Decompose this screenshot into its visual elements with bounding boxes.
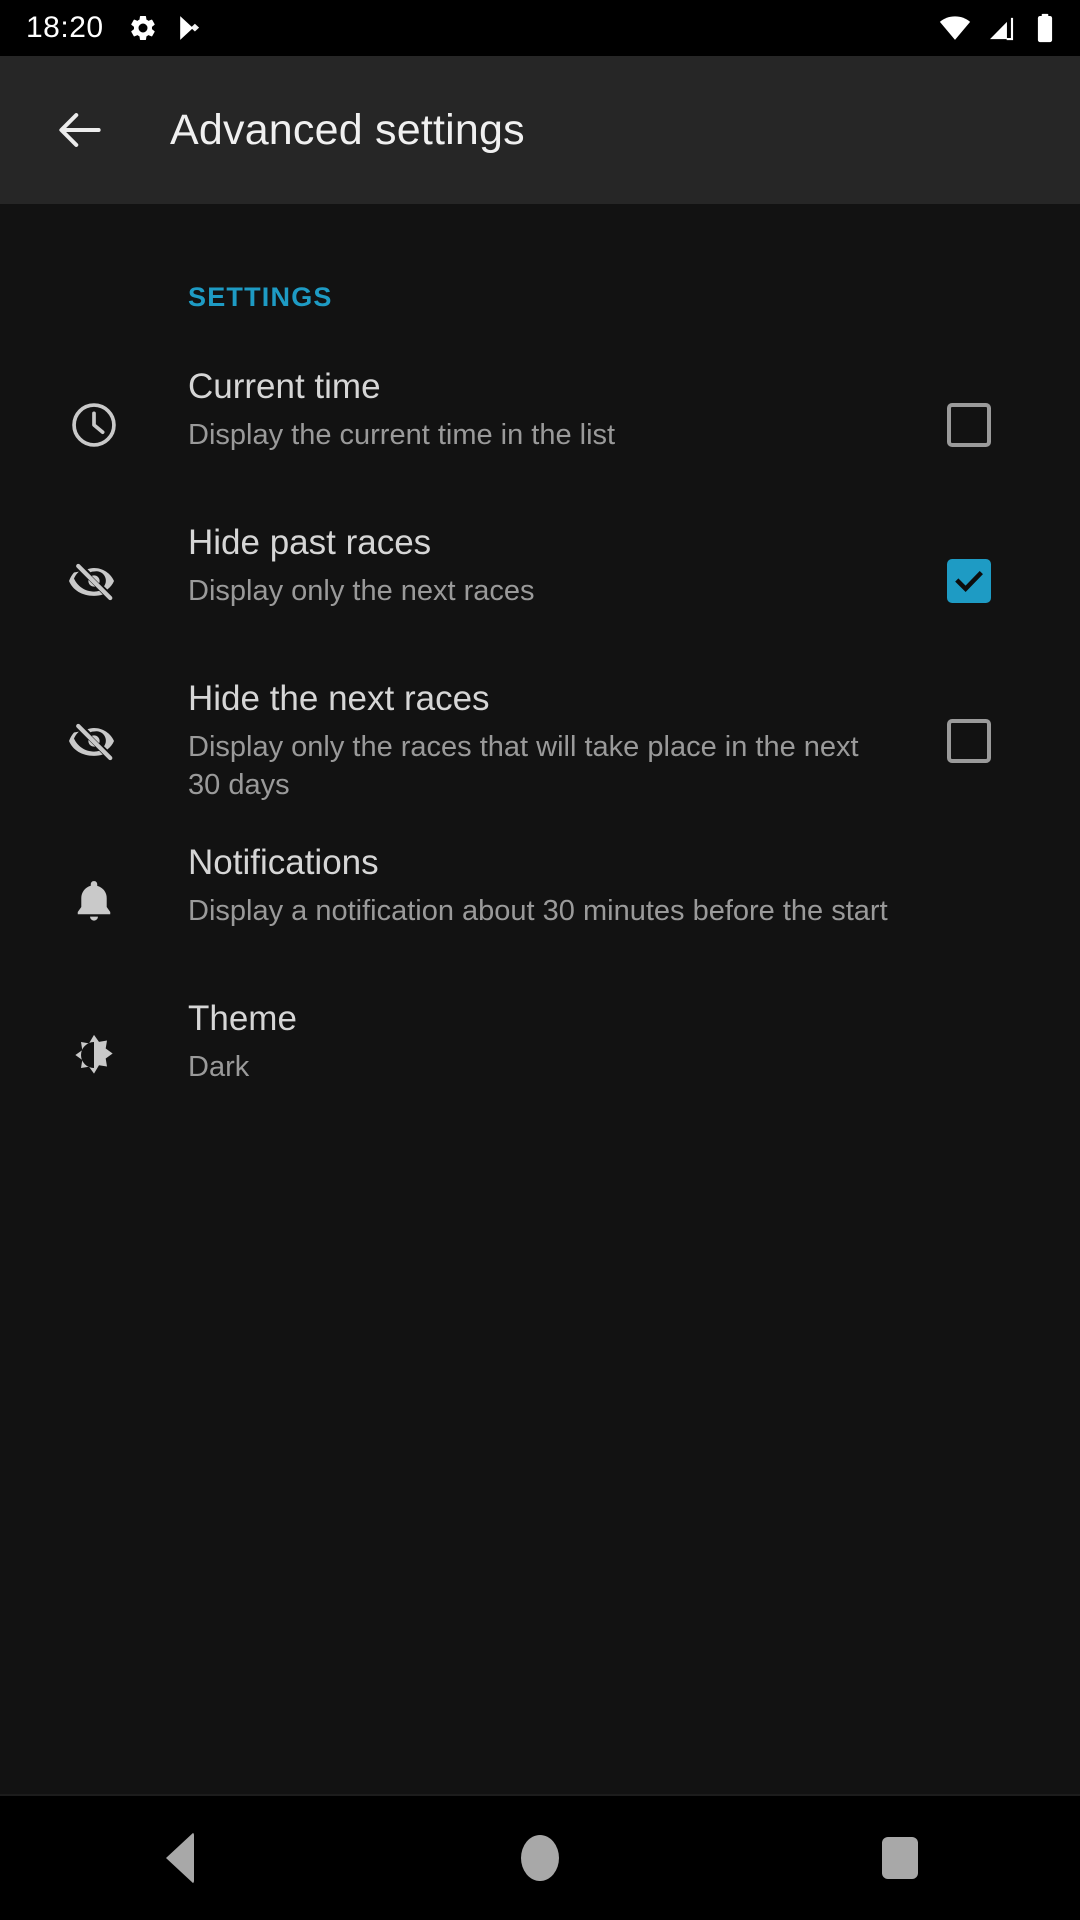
- row-text-container: Hide the next races Display only the rac…: [188, 677, 914, 805]
- section-header-settings: SETTINGS: [188, 282, 333, 312]
- setting-row-hide-past-races[interactable]: Hide past races Display only the next ra…: [0, 521, 1080, 641]
- settings-list: SETTINGS Current time Display the curren…: [0, 204, 1080, 1794]
- back-button[interactable]: [50, 100, 110, 160]
- status-bar-system-icons: [938, 13, 1054, 43]
- checkbox-current-time[interactable]: [947, 403, 991, 447]
- setting-title: Hide past races: [188, 523, 432, 562]
- row-icon-container: [0, 714, 188, 768]
- arrow-left-icon: [59, 113, 101, 147]
- setting-title: Current time: [188, 367, 381, 406]
- setting-subtitle: Display only the races that will take pl…: [188, 730, 859, 802]
- bell-icon: [77, 880, 111, 921]
- setting-row-notifications[interactable]: Notifications Display a notification abo…: [0, 841, 1080, 961]
- phone-screen: 18:20 Advanced settings SETTINGS Current…: [0, 0, 1080, 1920]
- status-bar-clock: 18:20: [26, 11, 104, 44]
- setting-title: Notifications: [188, 842, 379, 882]
- nav-recents-button[interactable]: [810, 1796, 990, 1920]
- row-text-container: Theme Dark: [188, 997, 914, 1086]
- eye-off-icon: [69, 723, 115, 761]
- setting-subtitle: Display a notification about 30 minutes …: [188, 894, 888, 927]
- cellular-signal-icon: [990, 17, 1014, 41]
- row-text-container: Hide past races Display only the next ra…: [188, 521, 914, 610]
- setting-row-theme[interactable]: Theme Dark: [0, 997, 1080, 1117]
- status-bar-notification-icons: [128, 13, 204, 43]
- clock-icon: [72, 403, 116, 447]
- checkbox-hide-next-races[interactable]: [947, 718, 991, 763]
- row-icon-container: [0, 1031, 188, 1083]
- battery-icon: [1037, 13, 1053, 43]
- wifi-icon: [939, 16, 971, 40]
- row-control-container: [914, 403, 1024, 447]
- status-bar: 18:20: [0, 0, 1080, 56]
- nav-home-icon: [521, 1835, 559, 1881]
- setting-subtitle: Display only the next races: [188, 574, 535, 607]
- row-icon-container: [0, 554, 188, 608]
- check-icon: [955, 570, 983, 593]
- page-title: Advanced settings: [170, 105, 525, 154]
- nav-back-button[interactable]: [90, 1796, 270, 1920]
- nav-recents-icon: [882, 1837, 918, 1879]
- setting-subtitle: Dark: [188, 1050, 250, 1083]
- gear-icon: [130, 15, 155, 41]
- setting-title: Hide the next races: [188, 679, 490, 718]
- nav-home-button[interactable]: [450, 1796, 630, 1920]
- row-text-container: Current time Display the current time in…: [188, 365, 914, 454]
- row-icon-container: [0, 399, 188, 451]
- row-control-container: [914, 559, 1024, 603]
- row-icon-container: [0, 876, 188, 926]
- setting-row-current-time[interactable]: Current time Display the current time in…: [0, 365, 1080, 485]
- app-bar: Advanced settings: [0, 56, 1080, 204]
- setting-subtitle: Display the current time in the list: [188, 418, 616, 451]
- setting-title: Theme: [188, 998, 297, 1038]
- system-navigation-bar: [0, 1794, 1080, 1920]
- checkbox-hide-past-races[interactable]: [947, 559, 991, 603]
- row-text-container: Notifications Display a notification abo…: [188, 841, 914, 930]
- play-store-icon: [179, 16, 199, 40]
- nav-back-icon: [166, 1832, 194, 1884]
- eye-off-icon: [69, 563, 115, 601]
- brightness-icon: [75, 1034, 113, 1074]
- row-control-container: [914, 718, 1024, 763]
- setting-row-hide-next-races[interactable]: Hide the next races Display only the rac…: [0, 677, 1080, 805]
